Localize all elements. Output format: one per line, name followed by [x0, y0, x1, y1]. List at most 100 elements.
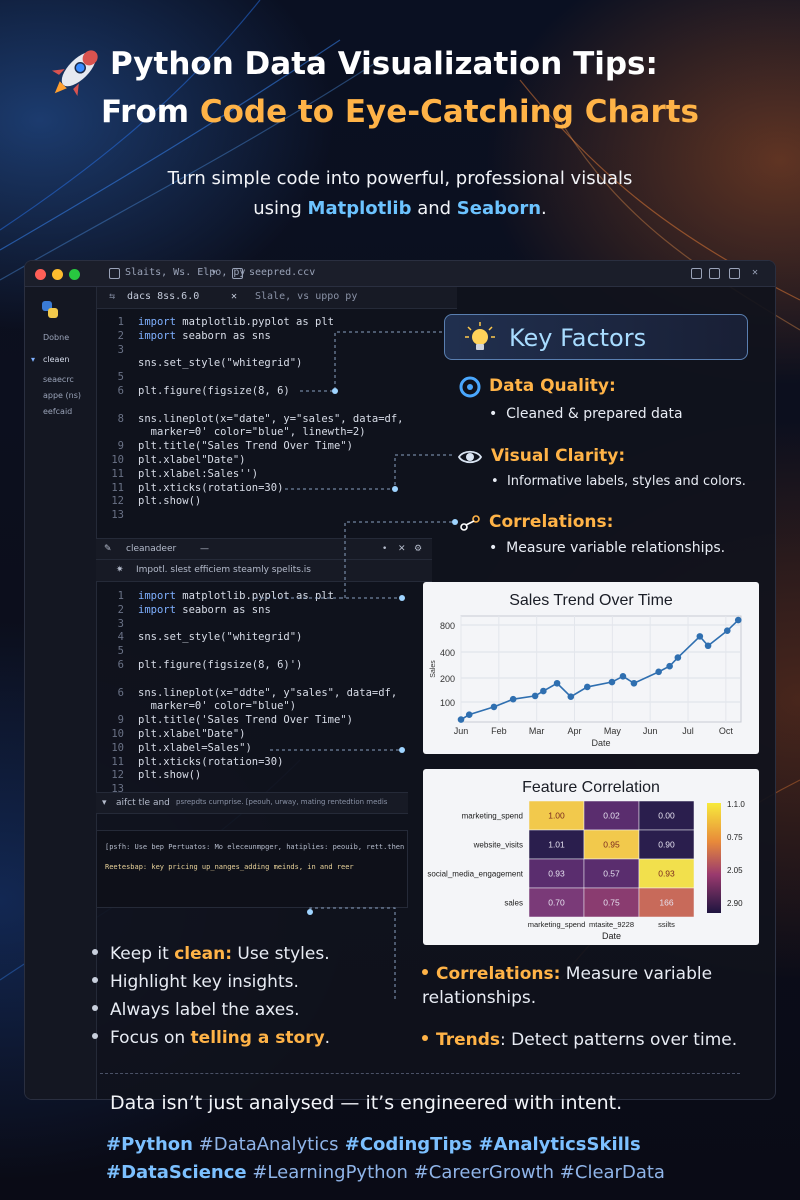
data-point	[457, 716, 465, 723]
code-line[interactable]: sns.lineplot(x="ddte", y"sales", data=df…	[138, 687, 397, 699]
cell-value: 0.02	[603, 811, 620, 821]
code-line[interactable]: plt.show()	[138, 769, 201, 781]
x-tick-label: Jul	[682, 726, 694, 736]
factor-visual-clarity-bullet: • Informative labels, styles and colors.	[491, 474, 746, 489]
row-label: marketing_spend	[462, 812, 523, 821]
data-point	[666, 662, 673, 670]
tip-tell-story: Focus on telling a story.	[92, 1028, 330, 1048]
code-block-bottom[interactable]: 1 import matplotlib.pyplot as plt 2 import …	[102, 590, 422, 795]
subtitle: Turn simple code into powerful, professi…	[0, 164, 800, 224]
code-line[interactable]: plt.title("Sales Trend Over Time")	[138, 440, 353, 452]
y-tick-label: 200	[440, 674, 455, 684]
dot-icon[interactable]: •	[382, 544, 387, 554]
code-line[interactable]: plt.title('Sales Trend Over Time")	[138, 714, 353, 726]
hashtag[interactable]: #Python	[106, 1134, 193, 1155]
code-line[interactable]: marker=0' color="blue")	[138, 700, 296, 712]
cell-value: 0.70	[548, 898, 565, 908]
factor-correlations: Correlations:	[489, 512, 614, 532]
hashtag[interactable]: #ClearData	[554, 1162, 665, 1183]
feature-correlation-chart: Feature Correlation marketing_spend 1.00 0…	[423, 769, 759, 945]
sidebar-item-3[interactable]: seaecrc	[43, 375, 74, 384]
data-point	[619, 673, 627, 680]
cell-value: 0.95	[603, 840, 620, 850]
target-icon	[459, 376, 481, 398]
correlation-icon	[460, 515, 480, 531]
tip-label-axes: Always label the axes.	[92, 1000, 300, 1020]
code-line[interactable]: plt.xticks(rotation=30)	[138, 756, 283, 768]
file-explorer-sidebar: Dobne ▾ cleaen seaecrc appe (ns) eefcaid	[25, 287, 97, 1099]
key-factors-title: Key Factors	[509, 324, 647, 352]
code-line[interactable]: plt.xlabel=Sales")	[138, 742, 252, 754]
sidebar-item-1[interactable]: Dobne	[43, 333, 69, 342]
window-tab-2[interactable]: seepred.ccv	[249, 267, 315, 278]
chevron-down-icon[interactable]: ▾	[31, 355, 35, 364]
panel-icon[interactable]	[729, 268, 740, 279]
line-number: 10	[111, 728, 124, 740]
line-number: 12	[111, 495, 124, 508]
editor-tab-2[interactable]: Slale, vs uppo py	[255, 291, 357, 302]
chevron-down-icon[interactable]: ▾	[102, 798, 107, 808]
code-line[interactable]: import seaborn as sns	[138, 604, 271, 616]
maximize-window-button[interactable]	[69, 269, 80, 280]
x-tick-label: Feb	[491, 726, 507, 736]
close-icon[interactable]: ✕	[398, 544, 406, 554]
data-point	[531, 692, 539, 700]
data-point	[490, 703, 498, 711]
terminal-tabs[interactable]: psrepdts curnprise. [peouh, urway, matin…	[176, 798, 387, 806]
hashtag[interactable]: #DataScience	[106, 1162, 247, 1183]
minimize-window-button[interactable]	[52, 269, 63, 280]
sidebar-item-5[interactable]: eefcaid	[43, 407, 72, 416]
factor-visual-clarity: Visual Clarity:	[491, 446, 626, 466]
hashtag[interactable]: #CodingTips	[338, 1134, 472, 1155]
y-tick-label: 800	[440, 621, 455, 631]
line-number: 6	[117, 385, 124, 397]
editor-tab-active[interactable]: dacs 8ss.6.0	[127, 291, 199, 302]
cell-value: 0.90	[658, 840, 675, 850]
close-icon[interactable]: ✕	[231, 291, 237, 302]
folder-icon	[232, 268, 243, 279]
data-point	[509, 695, 517, 703]
code-line[interactable]: plt.xlabel"Date")	[138, 454, 245, 466]
code-line[interactable]: import matplotlib.pyplot as plt	[138, 316, 334, 328]
colorbar-tick: 1.1.0	[727, 800, 745, 809]
chevron-down-icon[interactable]: ▾	[211, 267, 217, 278]
code-line[interactable]: sns.lineplot(x="date", y="sales", data=d…	[138, 413, 404, 425]
cell-value: 166	[659, 898, 673, 908]
code-line[interactable]: plt.figure(figsize(8, 6)	[138, 385, 290, 397]
hashtag[interactable]: #CareerGrowth	[408, 1162, 554, 1183]
line-chart-svg: 100 200 400 800 Jun Feb Mar Apr May Jun Jul Oct Date…	[430, 615, 742, 748]
code-line[interactable]: import seaborn as sns	[138, 330, 271, 342]
code-line[interactable]: import matplotlib.pyplot as plt	[138, 590, 334, 602]
minus-icon[interactable]: —	[200, 544, 209, 554]
hashtag[interactable]: #DataAnalytics	[193, 1134, 339, 1155]
x-tick-label: Jun	[643, 726, 658, 736]
code-line[interactable]: plt.xticks(rotation=30)	[138, 482, 283, 494]
close-icon[interactable]: ✕	[752, 267, 758, 278]
line-number: 2	[117, 603, 124, 616]
x-tick-label: Oct	[719, 726, 734, 736]
settings-icon[interactable]: ⚙	[414, 544, 422, 554]
line-number: 3	[117, 343, 124, 356]
code-line[interactable]: marker=0' color="blue", linewth=2)	[138, 426, 366, 438]
sidebar-item-4[interactable]: appe (ns)	[43, 391, 81, 400]
code-line[interactable]: sns.set_style("whitegrid")	[138, 357, 302, 369]
split-icon[interactable]: ⇆	[109, 291, 115, 302]
subtitle-line-2: using Matplotlib and Seaborn.	[253, 198, 547, 219]
code-block-top[interactable]: 1 import matplotlib.pyplot as plt 2 import …	[102, 316, 422, 526]
tip-keep-clean: Keep it clean: Use styles.	[92, 944, 330, 964]
sidebar-item-2[interactable]: cleaen	[43, 355, 69, 364]
window-tab-1[interactable]: Slaits, Ws. Elpo, py	[125, 267, 245, 278]
close-window-button[interactable]	[35, 269, 46, 280]
layout-icon[interactable]	[691, 268, 702, 279]
square-icon[interactable]	[709, 268, 720, 279]
code-line[interactable]: plt.xlabel:Sales'')	[138, 468, 258, 480]
hashtag[interactable]: #LearningPython	[247, 1162, 408, 1183]
data-point	[583, 683, 591, 691]
code-line[interactable]: plt.show()	[138, 495, 201, 507]
line-number: 11	[111, 467, 124, 480]
cell-value: 1.00	[548, 811, 565, 821]
code-line[interactable]: plt.figure(figsize(8, 6)')	[138, 659, 302, 671]
code-line[interactable]: plt.xlabel"Date")	[138, 728, 245, 740]
hashtag[interactable]: #AnalyticsSkills	[472, 1134, 640, 1155]
code-line[interactable]: sns.set_style("whitegrid")	[138, 631, 302, 643]
